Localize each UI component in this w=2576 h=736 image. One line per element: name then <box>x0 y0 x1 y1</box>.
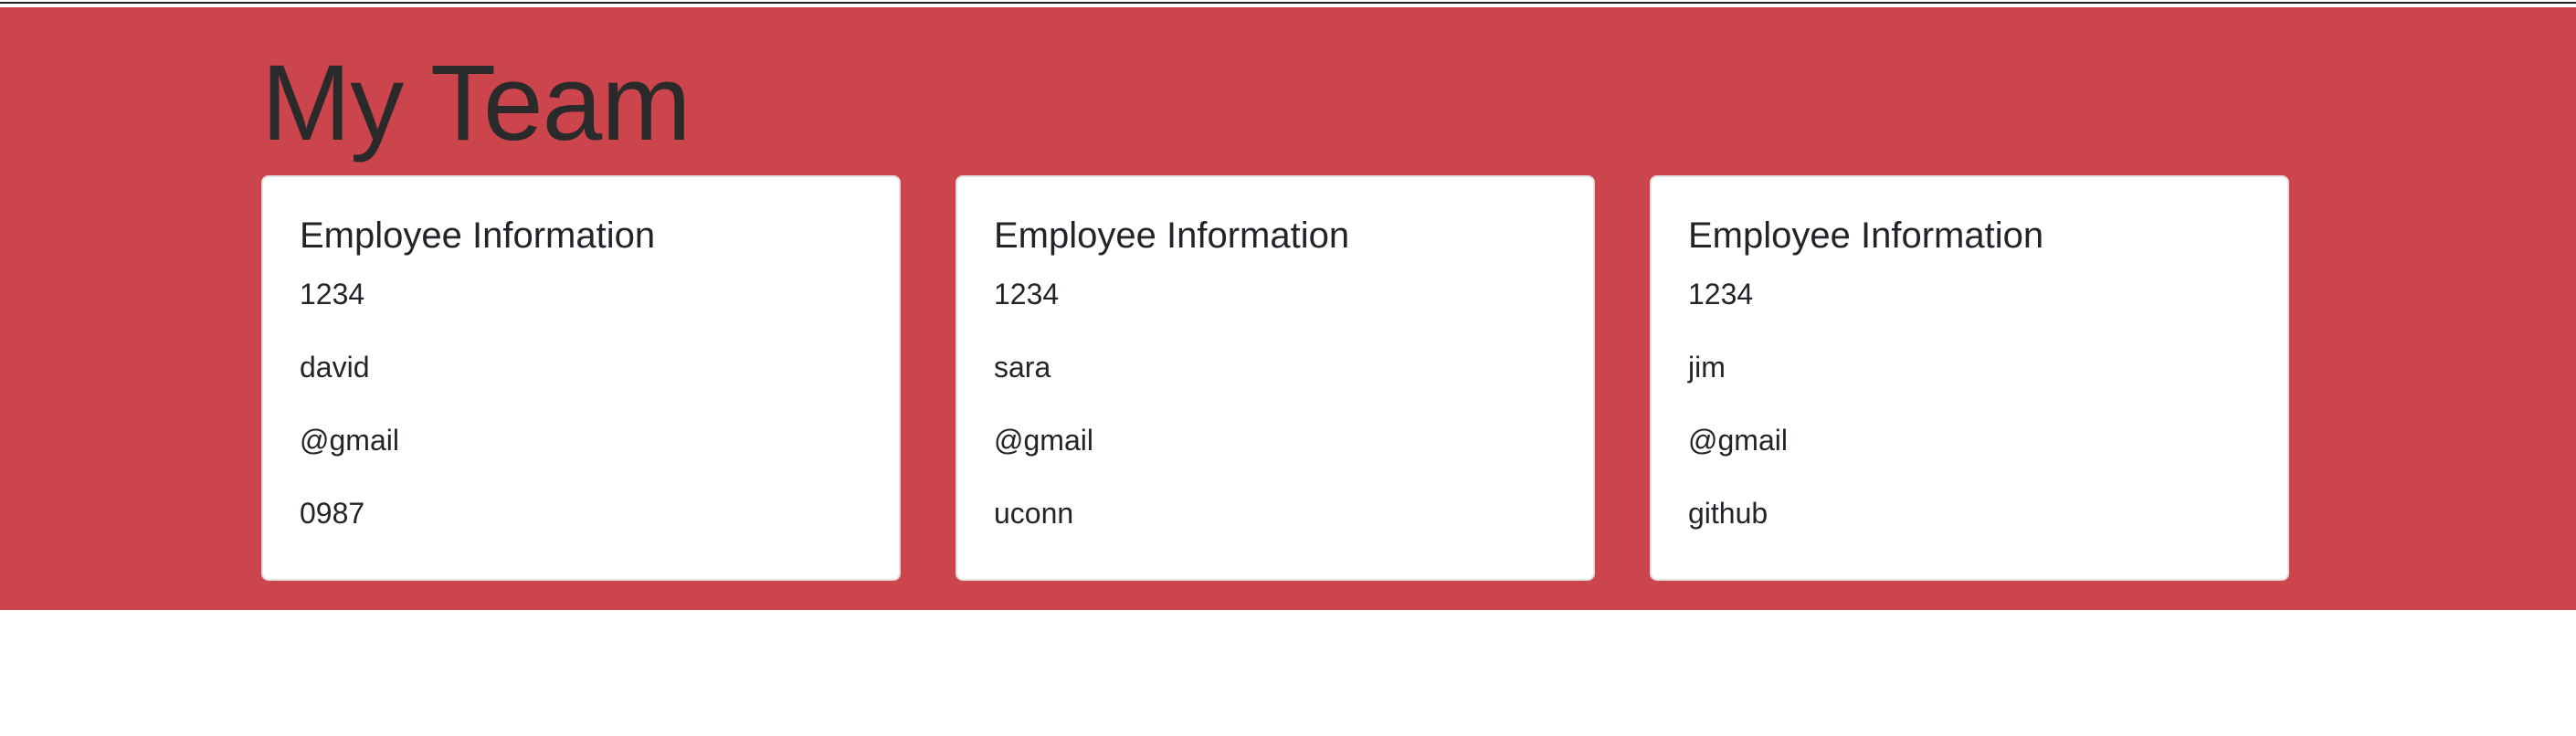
card-body: Employee Information 1234 sara @gmail uc… <box>994 214 1557 530</box>
employee-name: david <box>300 351 370 384</box>
employee-card-list: Employee Information 1234 david @gmail 0… <box>261 175 2289 583</box>
employee-extra: github <box>1688 497 1768 530</box>
employee-card: Employee Information 1234 sara @gmail uc… <box>955 175 1595 581</box>
employee-name: jim <box>1688 351 1726 384</box>
employee-extra: 0987 <box>300 497 365 530</box>
card-title: Employee Information <box>300 216 656 256</box>
team-hero: My Team Employee Information 1234 david … <box>0 7 2576 610</box>
employee-id: 1234 <box>300 278 365 310</box>
card-title: Employee Information <box>994 216 1350 256</box>
employee-card: Employee Information 1234 jim @gmail git… <box>1650 175 2289 581</box>
card-body: Employee Information 1234 david @gmail 0… <box>300 214 862 530</box>
employee-email: @gmail <box>994 424 1093 457</box>
employee-extra: uconn <box>994 497 1074 530</box>
employee-id: 1234 <box>1688 278 1754 310</box>
employee-email: @gmail <box>300 424 399 457</box>
employee-id: 1234 <box>994 278 1060 310</box>
employee-name: sara <box>994 351 1051 384</box>
top-border <box>0 0 2576 4</box>
hero-container: My Team Employee Information 1234 david … <box>261 7 2289 610</box>
page-title: My Team <box>261 43 691 163</box>
employee-card: Employee Information 1234 david @gmail 0… <box>261 175 901 581</box>
card-body: Employee Information 1234 jim @gmail git… <box>1688 214 2251 530</box>
employee-email: @gmail <box>1688 424 1788 457</box>
card-title: Employee Information <box>1688 216 2044 256</box>
